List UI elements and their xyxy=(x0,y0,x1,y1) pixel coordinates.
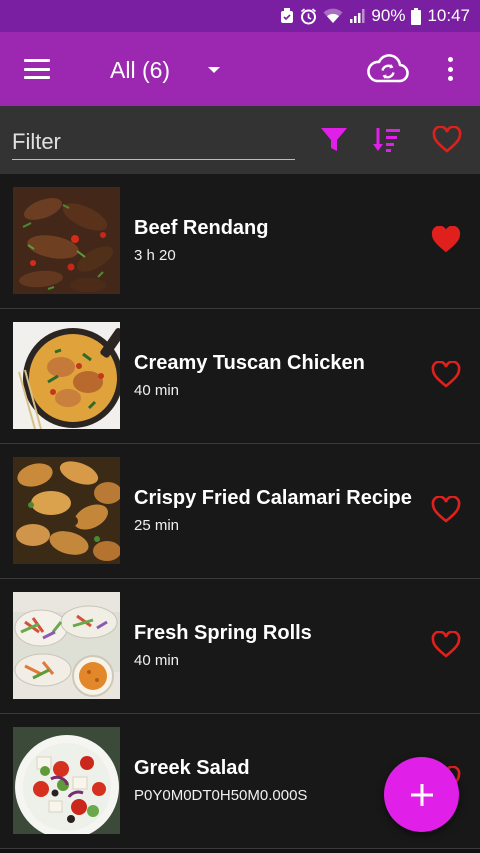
battery-icon xyxy=(411,7,422,25)
alarm-icon xyxy=(280,8,294,24)
add-icon xyxy=(410,783,433,806)
add-recipe-button[interactable] xyxy=(384,757,459,832)
recipe-duration: 40 min xyxy=(134,652,180,669)
clock-icon xyxy=(300,7,317,25)
recipe-thumbnail xyxy=(13,322,120,429)
recipe-row[interactable]: Beef Rendang 3 h 20 xyxy=(0,174,480,309)
recipe-duration: 40 min xyxy=(134,382,180,399)
filter-bar xyxy=(0,106,480,174)
category-spinner[interactable]: All (6) xyxy=(110,50,221,90)
recipe-title: Fresh Spring Rolls xyxy=(134,622,312,644)
cloud-sync-icon[interactable] xyxy=(366,52,410,86)
recipe-title: Crispy Fried Calamari Recipe xyxy=(134,487,412,509)
recipe-list: Beef Rendang 3 h 20 Creamy Tuscan Chicke… xyxy=(0,174,480,849)
recipe-duration: P0Y0M0DT0H50M0.000S xyxy=(134,787,308,804)
favorite-outline-icon[interactable] xyxy=(431,630,461,659)
recipe-title: Greek Salad xyxy=(134,757,250,779)
favorite-outline-icon[interactable] xyxy=(431,495,461,524)
status-time: 10:47 xyxy=(427,6,470,25)
recipe-row[interactable]: Crispy Fried Calamari Recipe 25 min xyxy=(0,444,480,579)
recipe-thumbnail xyxy=(13,457,120,564)
status-bar: 90% 10:47 xyxy=(0,0,480,32)
more-vert-icon[interactable] xyxy=(440,54,460,84)
filter-input[interactable] xyxy=(12,120,295,160)
battery-percent: 90% xyxy=(371,6,406,25)
recipe-row[interactable]: Fresh Spring Rolls 40 min xyxy=(0,579,480,714)
wifi-icon xyxy=(323,8,343,24)
favorite-filled-icon[interactable] xyxy=(431,225,461,254)
recipe-thumbnail xyxy=(13,592,120,699)
recipe-thumbnail xyxy=(13,187,120,294)
filter-icon[interactable] xyxy=(318,124,350,156)
recipe-duration: 3 h 20 xyxy=(134,247,176,264)
menu-icon[interactable] xyxy=(22,55,52,83)
recipe-row[interactable]: Creamy Tuscan Chicken 40 min xyxy=(0,309,480,444)
favorite-filter-icon[interactable] xyxy=(431,124,463,156)
recipe-title: Beef Rendang xyxy=(134,217,269,239)
recipe-duration: 25 min xyxy=(134,517,180,534)
sort-icon[interactable] xyxy=(371,124,403,156)
recipe-title: Creamy Tuscan Chicken xyxy=(134,352,365,374)
signal-icon xyxy=(349,8,365,24)
dropdown-arrow-icon xyxy=(208,67,221,73)
favorite-outline-icon[interactable] xyxy=(431,360,461,389)
app-bar: All (6) xyxy=(0,32,480,106)
recipe-thumbnail xyxy=(13,727,120,834)
spinner-label: All (6) xyxy=(110,56,171,83)
